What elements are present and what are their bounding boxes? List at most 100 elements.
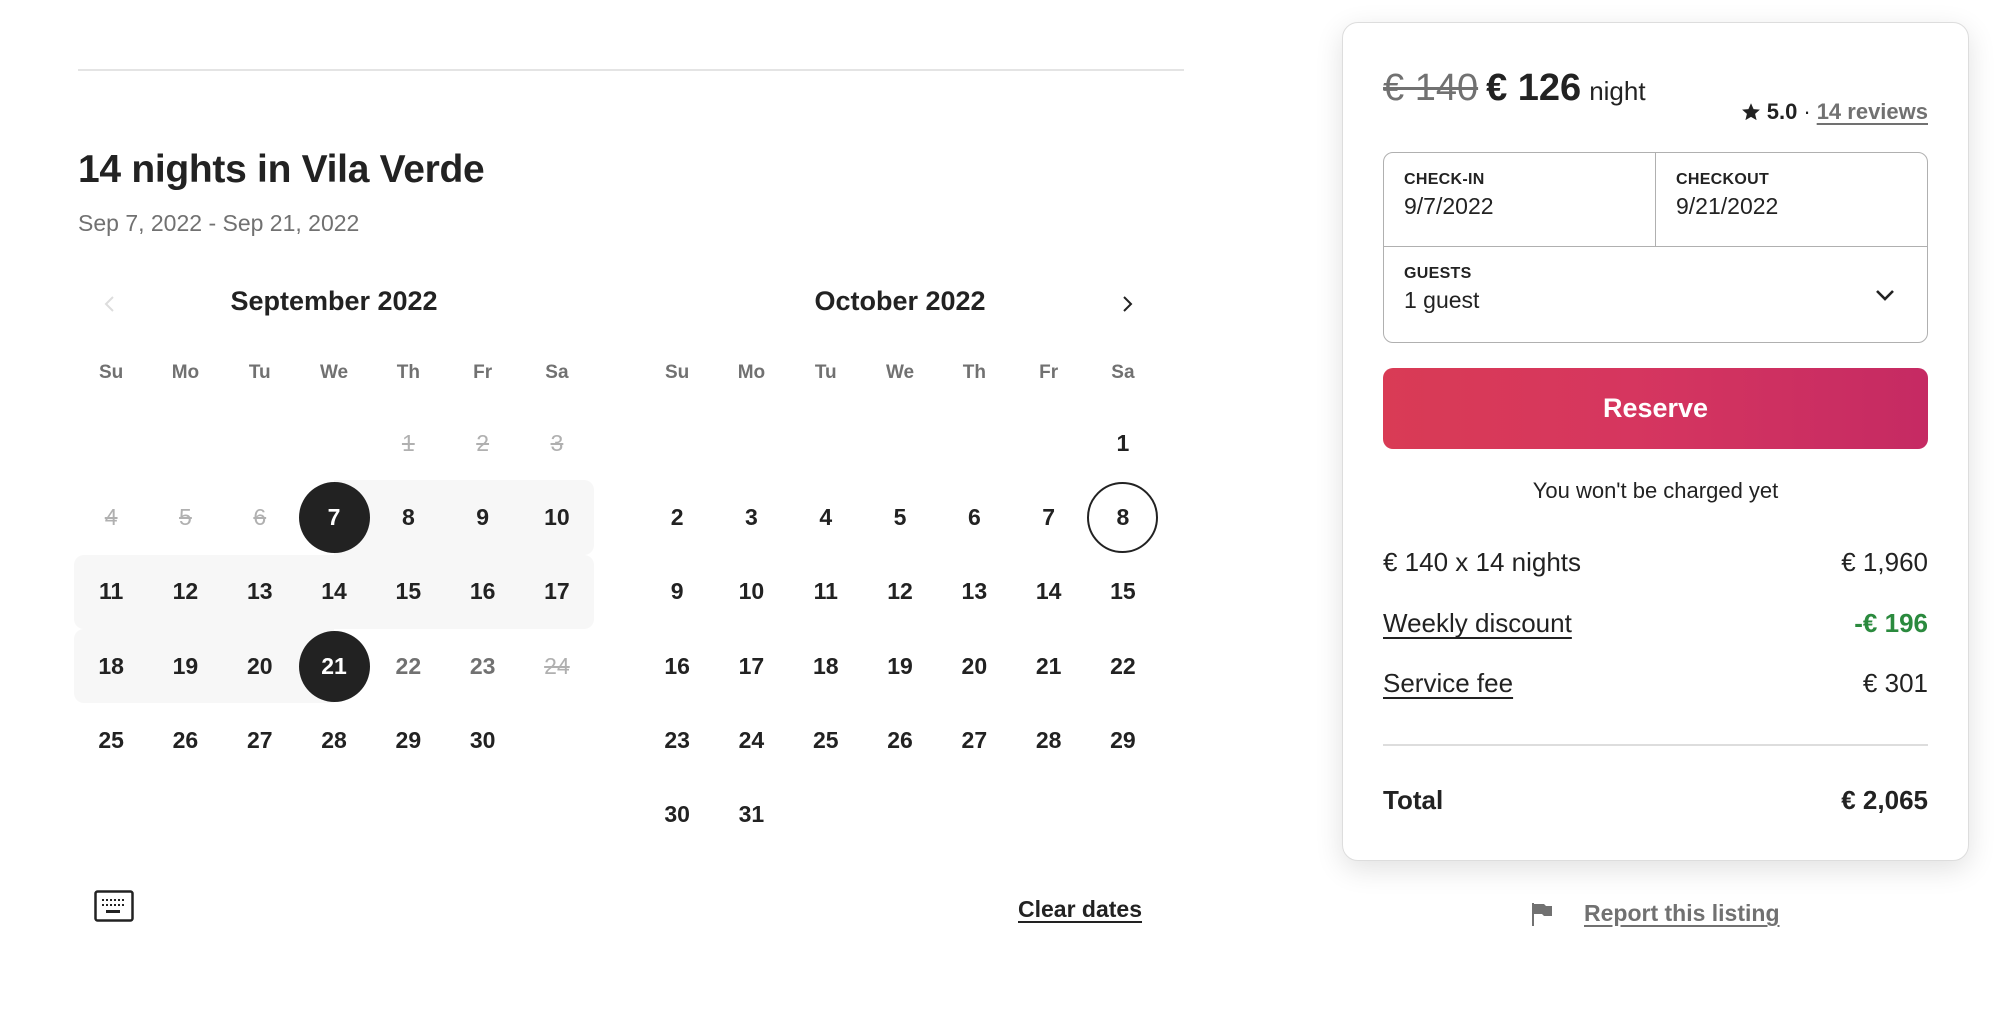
guests-label: GUESTS bbox=[1404, 265, 1472, 282]
calendar-day[interactable]: 18 bbox=[74, 628, 149, 704]
calendar-day: 5 bbox=[148, 480, 222, 554]
calendar-day[interactable]: 3 bbox=[714, 480, 788, 554]
calendar-day[interactable]: 13 bbox=[937, 555, 1011, 629]
calendar-day[interactable]: 17 bbox=[714, 629, 788, 703]
calendar-day[interactable]: 11 bbox=[789, 555, 863, 629]
calendar-day[interactable]: 8 bbox=[1086, 480, 1160, 554]
weekday-label: Th bbox=[396, 362, 420, 383]
calendar-day[interactable]: 1 bbox=[1086, 406, 1160, 480]
checkout-field[interactable]: CHECKOUT 9/21/2022 bbox=[1656, 153, 1928, 247]
calendar-day[interactable]: 23 bbox=[640, 703, 714, 777]
day-number: 18 bbox=[98, 652, 124, 679]
calendar-day[interactable]: 19 bbox=[148, 628, 223, 704]
calendar-day[interactable]: 14 bbox=[1011, 555, 1085, 629]
clear-dates-button[interactable]: Clear dates bbox=[1018, 896, 1142, 923]
calendar-day[interactable]: 10 bbox=[519, 480, 595, 555]
calendar-day[interactable]: 30 bbox=[640, 777, 714, 851]
page-title: 14 nights in Vila Verde bbox=[78, 148, 485, 191]
calendar-day[interactable]: 25 bbox=[789, 703, 863, 777]
date-range-subtitle: Sep 7, 2022 - Sep 21, 2022 bbox=[78, 210, 360, 236]
day-grid: 1 2 3 4 5 6 7 8 9 10 11 12 13 14 15 16 17 18 19 20 21 22 23 24 2… bbox=[74, 406, 595, 777]
calendar-day[interactable]: 4 bbox=[789, 480, 863, 554]
service-fee-link[interactable]: Service fee bbox=[1383, 668, 1513, 699]
calendar-day[interactable]: 27 bbox=[937, 703, 1011, 777]
calendar-day[interactable]: 5 bbox=[863, 480, 937, 554]
calendar-day[interactable]: 20 bbox=[222, 628, 297, 704]
calendar-day[interactable]: 31 bbox=[714, 777, 788, 851]
day-number: 26 bbox=[172, 726, 199, 753]
day-number: 13 bbox=[961, 578, 988, 605]
weekday-label: Tu bbox=[814, 362, 837, 383]
calendar-day[interactable]: 21 bbox=[1011, 629, 1085, 703]
day-number: 28 bbox=[1035, 726, 1062, 753]
calendar-day[interactable]: 17 bbox=[519, 554, 595, 629]
calendar-day[interactable]: 2 bbox=[640, 480, 714, 554]
calendar-day[interactable]: 25 bbox=[74, 703, 148, 777]
calendar-day[interactable]: 18 bbox=[789, 629, 863, 703]
calendar-day[interactable]: 22 bbox=[371, 629, 445, 703]
empty-day-cell bbox=[714, 406, 788, 480]
calendar-day[interactable]: 15 bbox=[371, 554, 446, 629]
day-number: 8 bbox=[1116, 503, 1130, 530]
day-number: 10 bbox=[544, 503, 570, 530]
calendar-day[interactable]: 12 bbox=[863, 555, 937, 629]
calendar-day[interactable]: 9 bbox=[640, 555, 714, 629]
calendar-day[interactable]: 29 bbox=[371, 703, 445, 777]
calendar-day[interactable]: 20 bbox=[937, 629, 1011, 703]
calendar-day[interactable]: 10 bbox=[714, 555, 788, 629]
month-title: September 2022 bbox=[230, 286, 438, 316]
guests-dropdown[interactable]: GUESTS 1 guest bbox=[1384, 247, 1927, 342]
calendar-day[interactable]: 27 bbox=[223, 703, 297, 777]
calendar-day[interactable]: 11 bbox=[74, 554, 149, 629]
calendar-day[interactable]: 14 bbox=[296, 554, 372, 629]
calendar-day[interactable]: 29 bbox=[1086, 703, 1160, 777]
price-line-item: € 140 x 14 nights € 1,960 bbox=[1383, 547, 1928, 578]
weekly-discount-value: -€ 196 bbox=[1854, 608, 1928, 638]
calendar-day[interactable]: 13 bbox=[222, 554, 297, 629]
total-value: € 2,065 bbox=[1841, 785, 1928, 815]
booking-card: € 140 € 126 night 5.0 · 14 reviews CHECK… bbox=[1342, 22, 1969, 861]
calendar-day[interactable]: 26 bbox=[148, 703, 222, 777]
checkin-value: 9/7/2022 bbox=[1404, 193, 1494, 219]
weekday-label: Sa bbox=[545, 362, 569, 383]
day-number: 6 bbox=[253, 503, 267, 530]
rating-summary: 5.0 · 14 reviews bbox=[1741, 99, 1928, 125]
weekday-label: Tu bbox=[248, 362, 271, 383]
calendar-day[interactable]: 16 bbox=[640, 629, 714, 703]
calendar-day[interactable]: 28 bbox=[297, 703, 371, 777]
reviews-link[interactable]: 14 reviews bbox=[1817, 99, 1928, 125]
checkout-day[interactable]: 21 bbox=[296, 628, 372, 704]
checkin-field[interactable]: CHECK-IN 9/7/2022 bbox=[1384, 153, 1656, 247]
calendar-day[interactable]: 23 bbox=[445, 629, 519, 703]
calendar-day: 1 bbox=[371, 406, 445, 480]
day-number: 8 bbox=[401, 503, 415, 530]
total-divider bbox=[1383, 744, 1928, 746]
calendar-day[interactable]: 15 bbox=[1086, 555, 1160, 629]
weekday-header: Su Mo Tu We Th Fr Sa bbox=[74, 362, 594, 384]
checkin-day[interactable]: 7 bbox=[296, 480, 372, 555]
day-number: 11 bbox=[98, 578, 124, 605]
calendar-day[interactable]: 16 bbox=[445, 554, 520, 629]
calendar-day[interactable]: 30 bbox=[445, 703, 519, 777]
empty-day-cell bbox=[1011, 406, 1085, 480]
calendar-day[interactable]: 8 bbox=[371, 480, 446, 555]
calendar-day[interactable]: 12 bbox=[148, 554, 223, 629]
report-listing-link[interactable]: Report this listing bbox=[1530, 900, 1780, 927]
original-price: € 140 bbox=[1383, 67, 1479, 109]
calendar-day[interactable]: 24 bbox=[714, 703, 788, 777]
keyboard-shortcuts-button[interactable] bbox=[94, 890, 134, 922]
day-number: 19 bbox=[887, 652, 913, 679]
calendar-day[interactable]: 6 bbox=[937, 480, 1011, 554]
calendar-day[interactable]: 9 bbox=[445, 480, 520, 555]
calendar-day[interactable]: 26 bbox=[863, 703, 937, 777]
calendar-day[interactable]: 7 bbox=[1011, 480, 1085, 554]
day-number: 20 bbox=[246, 652, 273, 679]
reserve-button[interactable]: Reserve bbox=[1383, 368, 1928, 449]
day-number: 9 bbox=[476, 503, 490, 530]
calendar-day[interactable]: 19 bbox=[863, 629, 937, 703]
day-number: 12 bbox=[172, 578, 199, 605]
calendar-day[interactable]: 28 bbox=[1011, 703, 1085, 777]
day-number: 4 bbox=[819, 503, 833, 530]
calendar-day[interactable]: 22 bbox=[1086, 629, 1160, 703]
weekly-discount-link[interactable]: Weekly discount bbox=[1383, 608, 1572, 639]
